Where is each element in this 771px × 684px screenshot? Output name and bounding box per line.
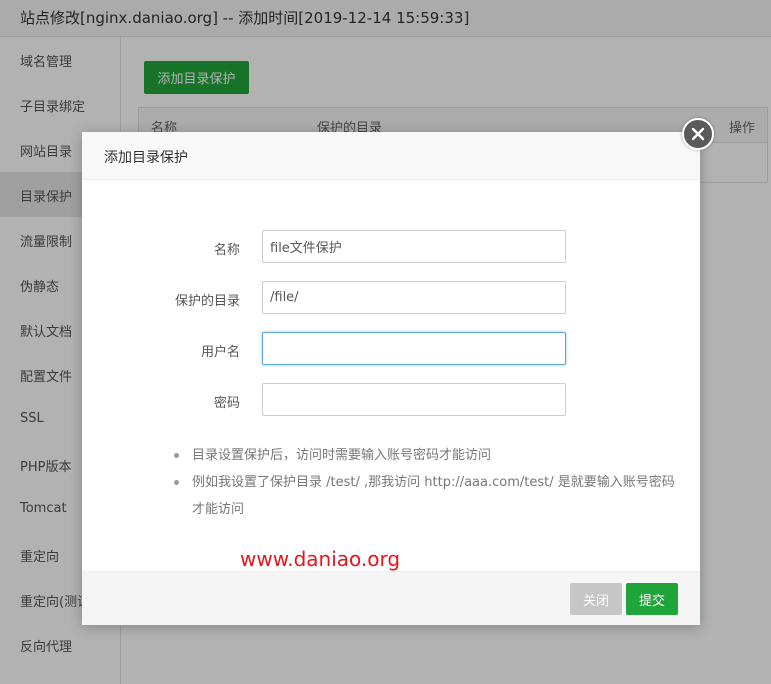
note-text: 例如我设置了保护目录 /test/ ,那我访问 http://aaa.com/t… xyxy=(192,475,675,517)
username-label: 用户名 xyxy=(200,345,240,360)
add-dir-protect-dialog: 添加目录保护 名称 保护的目录 用户名 密码 目录设置保护后，访问时需要输入账号… xyxy=(82,132,700,625)
dialog-notes: 目录设置保护后，访问时需要输入账号密码才能访问 例如我设置了保护目录 /test… xyxy=(172,442,682,523)
bullet-icon xyxy=(174,480,179,485)
name-label: 名称 xyxy=(213,243,240,258)
dialog-header: 添加目录保护 xyxy=(82,132,700,180)
username-input[interactable] xyxy=(262,332,566,365)
protect-dir-input[interactable] xyxy=(262,281,566,314)
dialog-footer: 关闭 提交 xyxy=(82,571,700,625)
close-button[interactable]: 关闭 xyxy=(570,583,622,615)
submit-button[interactable]: 提交 xyxy=(626,583,678,615)
close-icon xyxy=(691,127,705,141)
note-item: 例如我设置了保护目录 /test/ ,那我访问 http://aaa.com/t… xyxy=(172,469,682,523)
dialog-title: 添加目录保护 xyxy=(104,150,188,166)
password-label: 密码 xyxy=(213,396,240,411)
protect-dir-label: 保护的目录 xyxy=(174,294,240,309)
bullet-icon xyxy=(174,453,179,458)
watermark: www.daniao.org xyxy=(240,547,401,571)
name-input[interactable] xyxy=(262,230,566,263)
note-text: 目录设置保护后，访问时需要输入账号密码才能访问 xyxy=(192,448,492,463)
password-input[interactable] xyxy=(262,383,566,416)
note-item: 目录设置保护后，访问时需要输入账号密码才能访问 xyxy=(172,442,682,469)
close-icon-button[interactable] xyxy=(682,118,714,150)
